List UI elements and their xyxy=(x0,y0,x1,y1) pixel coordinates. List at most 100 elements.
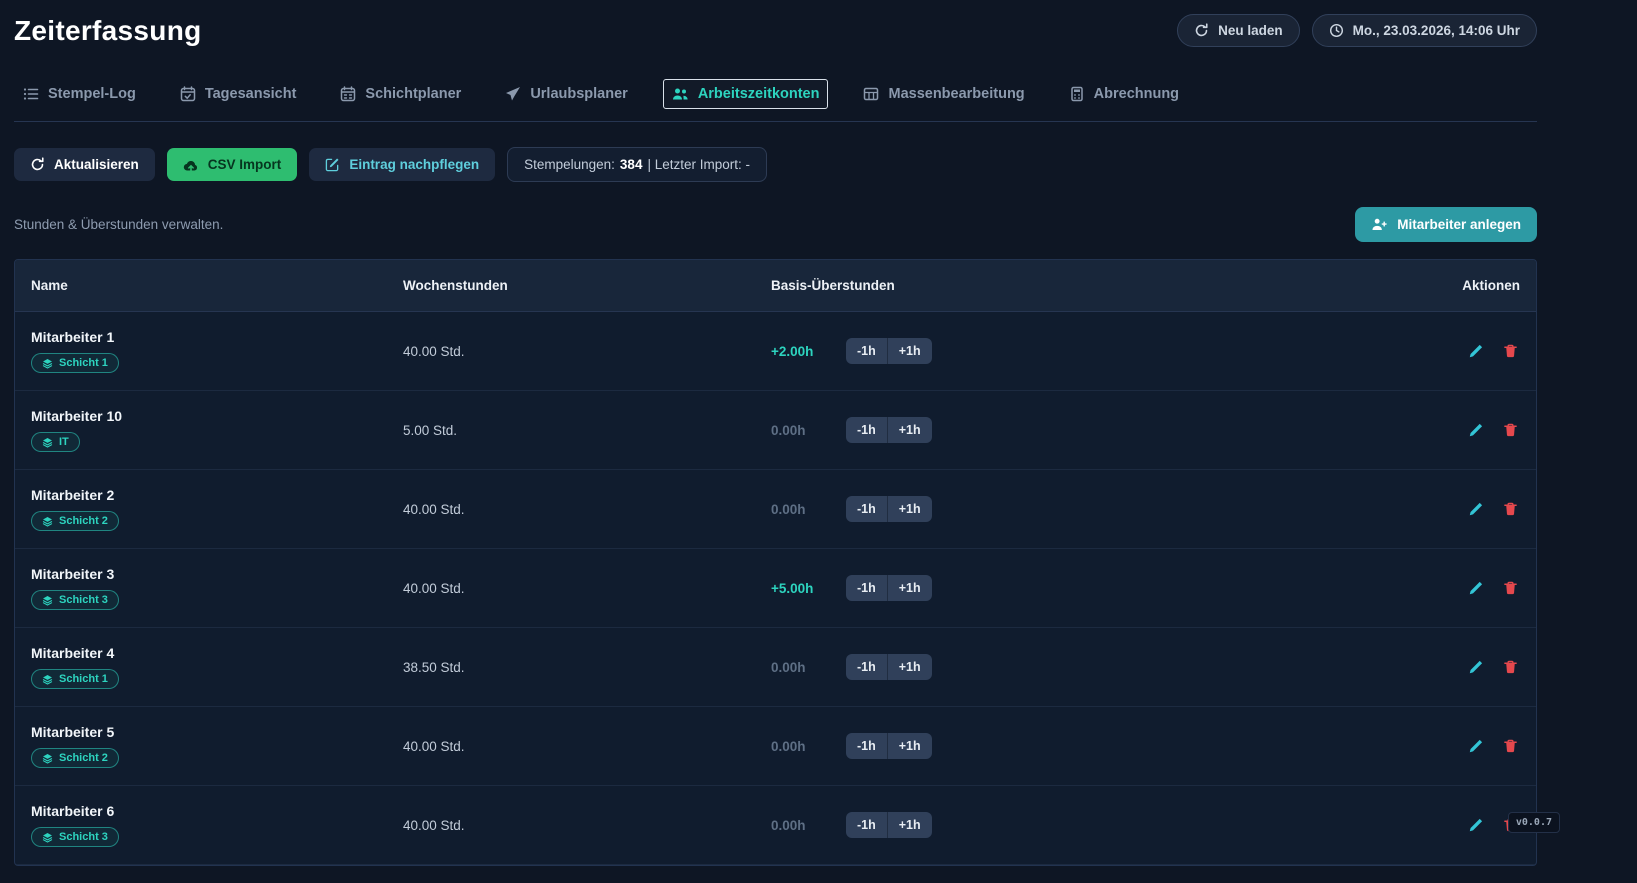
tab-bar: Stempel-Log Tagesansicht Schichtplaner U… xyxy=(14,79,1537,122)
minus-1h-button[interactable]: -1h xyxy=(846,733,888,759)
weekly-hours: 40.00 Std. xyxy=(403,344,771,359)
delete-button[interactable] xyxy=(1501,499,1520,519)
minus-1h-button[interactable]: -1h xyxy=(846,575,888,601)
refresh-button[interactable]: Aktualisieren xyxy=(14,148,155,181)
delete-button[interactable] xyxy=(1501,420,1520,440)
edit-button[interactable] xyxy=(1466,657,1486,677)
clock-icon xyxy=(1329,23,1344,38)
toolbar: Aktualisieren CSV Import Eintrag nachpfl… xyxy=(14,147,1537,182)
overtime-adjust-group: -1h +1h xyxy=(846,654,932,680)
page: Zeiterfassung Neu laden Mo., 23.03.2026,… xyxy=(14,0,1537,866)
plus-1h-button[interactable]: +1h xyxy=(888,417,932,443)
delete-button[interactable] xyxy=(1501,341,1520,361)
minus-1h-button[interactable]: -1h xyxy=(846,338,888,364)
shift-badge: Schicht 2 xyxy=(31,511,119,531)
tab-tagesansicht[interactable]: Tagesansicht xyxy=(171,79,306,109)
plus-1h-button[interactable]: +1h xyxy=(888,575,932,601)
table-row: Mitarbeiter 10 IT 5.00 Std. 0.00h -1h +1… xyxy=(15,391,1536,470)
tab-label: Abrechnung xyxy=(1094,86,1179,102)
topbar-actions: Neu laden Mo., 23.03.2026, 14:06 Uhr xyxy=(1177,14,1537,47)
overtime-value: 0.00h xyxy=(771,660,846,675)
table-icon xyxy=(863,86,879,102)
cloud-upload-icon xyxy=(183,158,199,172)
shift-badge: Schicht 3 xyxy=(31,827,119,847)
trash-icon xyxy=(1503,343,1518,359)
layers-icon xyxy=(42,753,53,764)
edit-icon xyxy=(325,157,340,172)
reload-label: Neu laden xyxy=(1218,23,1283,38)
delete-button[interactable] xyxy=(1501,736,1520,756)
tab-stempel-log[interactable]: Stempel-Log xyxy=(14,79,145,109)
calculator-icon xyxy=(1069,86,1085,102)
minus-1h-button[interactable]: -1h xyxy=(846,496,888,522)
tab-arbeitszeitkonten[interactable]: Arbeitszeitkonten xyxy=(663,79,829,109)
plus-1h-button[interactable]: +1h xyxy=(888,654,932,680)
minus-1h-button[interactable]: -1h xyxy=(846,812,888,838)
weekly-hours: 40.00 Std. xyxy=(403,739,771,754)
add-employee-button[interactable]: Mitarbeiter anlegen xyxy=(1355,207,1537,242)
shift-badge: Schicht 2 xyxy=(31,748,119,768)
calendar-check-icon xyxy=(180,86,196,102)
overtime-adjust-group: -1h +1h xyxy=(846,417,932,443)
minus-1h-button[interactable]: -1h xyxy=(846,417,888,443)
plus-1h-button[interactable]: +1h xyxy=(888,338,932,364)
table-row: Mitarbeiter 3 Schicht 3 40.00 Std. +5.00… xyxy=(15,549,1536,628)
tab-urlaubsplaner[interactable]: Urlaubsplaner xyxy=(496,79,637,109)
layers-icon xyxy=(42,516,53,527)
tab-label: Massenbearbeitung xyxy=(888,86,1024,102)
table-row: Mitarbeiter 6 Schicht 3 40.00 Std. 0.00h… xyxy=(15,786,1536,865)
shift-badge: Schicht 1 xyxy=(31,669,119,689)
shift-badge: Schicht 1 xyxy=(31,353,119,373)
tab-label: Arbeitszeitkonten xyxy=(698,86,820,102)
edit-button[interactable] xyxy=(1466,341,1486,361)
minus-1h-button[interactable]: -1h xyxy=(846,654,888,680)
delete-button[interactable] xyxy=(1501,578,1520,598)
overtime-value: +2.00h xyxy=(771,344,846,359)
topbar: Zeiterfassung Neu laden Mo., 23.03.2026,… xyxy=(14,14,1537,47)
edit-button[interactable] xyxy=(1466,578,1486,598)
shift-badge-label: Schicht 3 xyxy=(59,831,108,843)
calendar-icon xyxy=(340,86,356,102)
section-subtitle: Stunden & Überstunden verwalten. xyxy=(14,217,223,232)
shift-badge-label: Schicht 2 xyxy=(59,515,108,527)
delete-button[interactable] xyxy=(1501,657,1520,677)
shift-badge: Schicht 3 xyxy=(31,590,119,610)
overtime-adjust-group: -1h +1h xyxy=(846,496,932,522)
shift-badge-label: Schicht 2 xyxy=(59,752,108,764)
trash-icon xyxy=(1503,580,1518,596)
tab-abrechnung[interactable]: Abrechnung xyxy=(1060,79,1188,109)
reload-button[interactable]: Neu laden xyxy=(1177,14,1300,47)
backfill-entry-button[interactable]: Eintrag nachpflegen xyxy=(309,148,495,181)
plus-1h-button[interactable]: +1h xyxy=(888,733,932,759)
employee-name: Mitarbeiter 5 xyxy=(31,724,114,740)
tab-massenbearbeitung[interactable]: Massenbearbeitung xyxy=(854,79,1033,109)
employee-name: Mitarbeiter 4 xyxy=(31,645,114,661)
add-employee-label: Mitarbeiter anlegen xyxy=(1397,217,1521,232)
edit-button[interactable] xyxy=(1466,420,1486,440)
trash-icon xyxy=(1503,501,1518,517)
tab-schichtplaner[interactable]: Schichtplaner xyxy=(331,79,470,109)
plus-1h-button[interactable]: +1h xyxy=(888,496,932,522)
edit-button[interactable] xyxy=(1466,736,1486,756)
datetime-label: Mo., 23.03.2026, 14:06 Uhr xyxy=(1353,23,1520,38)
stats-count: 384 xyxy=(620,157,643,172)
stats-suffix: | Letzter Import: - xyxy=(647,157,750,172)
edit-button[interactable] xyxy=(1466,499,1486,519)
employee-name: Mitarbeiter 6 xyxy=(31,803,114,819)
tab-label: Stempel-Log xyxy=(48,86,136,102)
table-row: Mitarbeiter 1 Schicht 1 40.00 Std. +2.00… xyxy=(15,312,1536,391)
refresh-icon xyxy=(30,157,45,172)
datetime-button[interactable]: Mo., 23.03.2026, 14:06 Uhr xyxy=(1312,14,1537,47)
weekly-hours: 40.00 Std. xyxy=(403,818,771,833)
shift-badge-label: IT xyxy=(59,436,69,448)
plus-1h-button[interactable]: +1h xyxy=(888,812,932,838)
shift-badge-label: Schicht 1 xyxy=(59,357,108,369)
csv-import-button[interactable]: CSV Import xyxy=(167,148,298,181)
refresh-label: Aktualisieren xyxy=(54,157,139,172)
stats-label: Stempelungen: xyxy=(524,157,615,172)
edit-button[interactable] xyxy=(1466,815,1486,835)
employee-name: Mitarbeiter 1 xyxy=(31,329,114,345)
users-icon xyxy=(672,86,689,102)
list-icon xyxy=(23,86,39,102)
pencil-icon xyxy=(1468,422,1484,438)
